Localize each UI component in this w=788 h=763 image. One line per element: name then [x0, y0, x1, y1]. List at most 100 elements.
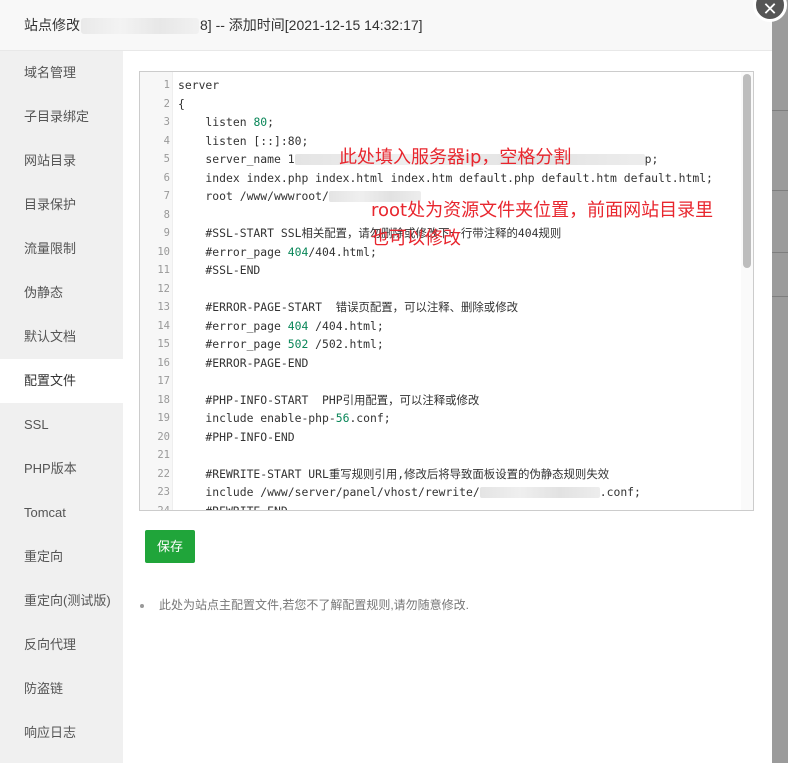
code-text: #REWRITE-START URL重写规则引用,修改后将导致面板设置的伪静态规…	[178, 466, 610, 481]
code-text: listen 80;	[178, 115, 275, 129]
code-line: 17	[140, 372, 753, 391]
annotation-root-line2: 也可以修改	[371, 228, 461, 249]
line-number: 6	[163, 171, 170, 184]
line-number: 17	[157, 375, 170, 387]
line-number: 4	[163, 134, 170, 147]
sidebar-item-tomcat[interactable]: Tomcat	[0, 491, 123, 535]
redacted-domain	[81, 18, 199, 35]
line-number: 22	[157, 467, 170, 480]
code-text: listen [::]:80;	[178, 133, 309, 148]
code-text: #error_page 404/404.html;	[178, 244, 377, 259]
modal-title-prefix: 站点修改	[24, 17, 80, 33]
code-line: 14 #error_page 404 /404.html;	[140, 317, 753, 336]
code-text: #error_page 502 /502.html;	[178, 337, 384, 351]
sidebar-item-traffic-limit[interactable]: 流量限制	[0, 227, 123, 271]
code-line: 24 #REWRITE-END	[140, 502, 753, 511]
modal-header: 站点修改 8] -- 添加时间[2021-12-15 14:32:17]	[0, 0, 772, 51]
sidebar-item-php-version[interactable]: PHP版本	[0, 447, 123, 491]
modal-title: 站点修改 8] -- 添加时间[2021-12-15 14:32:17]	[24, 0, 423, 50]
line-number: 18	[157, 393, 170, 406]
sidebar-item-subdirectory-binding[interactable]: 子目录绑定	[0, 95, 123, 139]
sidebar-item-directory-protection[interactable]: 目录保护	[0, 183, 123, 227]
line-number: 21	[157, 449, 170, 461]
backdrop-line	[772, 252, 788, 253]
line-number: 11	[157, 264, 170, 276]
code-text: #SSL-START SSL相关配置，请勿删除或修改下一行带注释的404规则	[178, 226, 562, 240]
code-text: #PHP-INFO-START PHP引用配置，可以注释或修改	[178, 392, 480, 407]
line-number: 2	[163, 97, 170, 110]
code-line: 19 include enable-php-56.conf;	[140, 409, 753, 428]
sidebar-item-pseudo-static[interactable]: 伪静态	[0, 271, 123, 315]
backdrop-line	[772, 296, 788, 297]
code-text: {	[178, 96, 185, 111]
code-line: 22 #REWRITE-START URL重写规则引用,修改后将导致面板设置的伪…	[140, 465, 753, 484]
config-tip: 此处为站点主配置文件,若您不了解配置规则,请勿随意修改.	[140, 596, 469, 613]
code-line: 6 index index.php index.html index.htm d…	[140, 169, 753, 188]
code-line: 11 #SSL-END	[140, 261, 753, 280]
sidebar-item-redirect[interactable]: 重定向	[0, 535, 123, 579]
code-text: server	[178, 78, 220, 92]
annotation-root-line1: root处为资源文件夹位置，前面网站目录里	[371, 200, 714, 221]
sidebar-item-response-log[interactable]: 响应日志	[0, 711, 123, 755]
line-number: 5	[163, 153, 170, 165]
code-line: 3 listen 80;	[140, 113, 753, 132]
line-number: 23	[157, 486, 170, 498]
line-number: 8	[163, 208, 170, 221]
config-code-editor[interactable]: 1 server 2{ 3 listen 80; 4 listen [::]:80…	[139, 71, 754, 511]
code-line: 21	[140, 446, 753, 465]
site-edit-modal: 站点修改 8] -- 添加时间[2021-12-15 14:32:17] 域名管理…	[0, 0, 772, 763]
line-number: 7	[163, 190, 170, 202]
sidebar-item-redirect-beta[interactable]: 重定向(测试版)	[0, 579, 123, 623]
code-line: 23 include /www/server/panel/vhost/rewri…	[140, 483, 753, 502]
code-text: #SSL-END	[178, 263, 261, 277]
code-line: 16 #ERROR-PAGE-END	[140, 354, 753, 373]
code-line: 15 #error_page 502 /502.html;	[140, 335, 753, 354]
save-button[interactable]: 保存	[145, 530, 195, 563]
sidebar-item-config-file[interactable]: 配置文件	[0, 359, 123, 403]
code-line: 20 #PHP-INFO-END	[140, 428, 753, 447]
code-text: #REWRITE-END	[178, 503, 288, 511]
sidebar-item-ssl[interactable]: SSL	[0, 403, 123, 447]
code-text: #ERROR-PAGE-START 错误页配置，可以注释、删除或修改	[178, 300, 518, 314]
sidebar-item-site-directory[interactable]: 网站目录	[0, 139, 123, 183]
sidebar-item-default-document[interactable]: 默认文档	[0, 315, 123, 359]
code-line: 13 #ERROR-PAGE-START 错误页配置，可以注释、删除或修改	[140, 298, 753, 317]
sidebar-item-domain-management[interactable]: 域名管理	[0, 51, 123, 95]
line-number: 15	[157, 338, 170, 350]
line-number: 9	[163, 227, 170, 239]
code-text: index index.php index.html index.htm def…	[178, 170, 713, 185]
line-number: 24	[157, 504, 170, 511]
code-text: include enable-php-56.conf;	[178, 411, 391, 425]
line-number: 13	[157, 301, 170, 313]
redacted-path	[479, 487, 600, 498]
line-number: 3	[163, 116, 170, 128]
line-number: 14	[157, 319, 170, 332]
code-text: #ERROR-PAGE-END	[178, 355, 309, 370]
editor-scrollbar-thumb[interactable]	[743, 74, 751, 268]
line-number: 19	[157, 412, 170, 424]
code-text: #PHP-INFO-END	[178, 429, 295, 444]
line-number: 1	[163, 79, 170, 91]
code-line: 18 #PHP-INFO-START PHP引用配置，可以注释或修改	[140, 391, 753, 410]
code-text: #error_page 404 /404.html;	[178, 318, 384, 333]
backdrop-line	[772, 110, 788, 111]
backdrop-line	[772, 190, 788, 191]
modal-backdrop	[772, 0, 788, 763]
line-number: 16	[157, 356, 170, 369]
code-line: 12	[140, 280, 753, 299]
sidebar-nav: 域名管理 子目录绑定 网站目录 目录保护 流量限制 伪静态 默认文档 配置文件 …	[0, 51, 123, 763]
line-number: 10	[157, 245, 170, 258]
annotation-server-name: 此处填入服务器ip，空格分割	[339, 147, 572, 168]
code-line: 1 server	[140, 76, 753, 95]
line-number: 12	[157, 282, 170, 295]
sidebar-item-reverse-proxy[interactable]: 反向代理	[0, 623, 123, 667]
code-text: include /www/server/panel/vhost/rewrite/…	[178, 485, 641, 499]
line-number: 20	[157, 430, 170, 443]
bullet-icon	[140, 603, 144, 608]
code-line: 2{	[140, 95, 753, 114]
editor-scrollbar[interactable]	[741, 72, 753, 510]
modal-title-timestamp: 8] -- 添加时间[2021-12-15 14:32:17]	[200, 17, 423, 33]
sidebar-item-hotlink-protection[interactable]: 防盗链	[0, 667, 123, 711]
code-lines: 1 server 2{ 3 listen 80; 4 listen [::]:80…	[140, 76, 753, 511]
config-tip-text: 此处为站点主配置文件,若您不了解配置规则,请勿随意修改.	[159, 598, 470, 612]
